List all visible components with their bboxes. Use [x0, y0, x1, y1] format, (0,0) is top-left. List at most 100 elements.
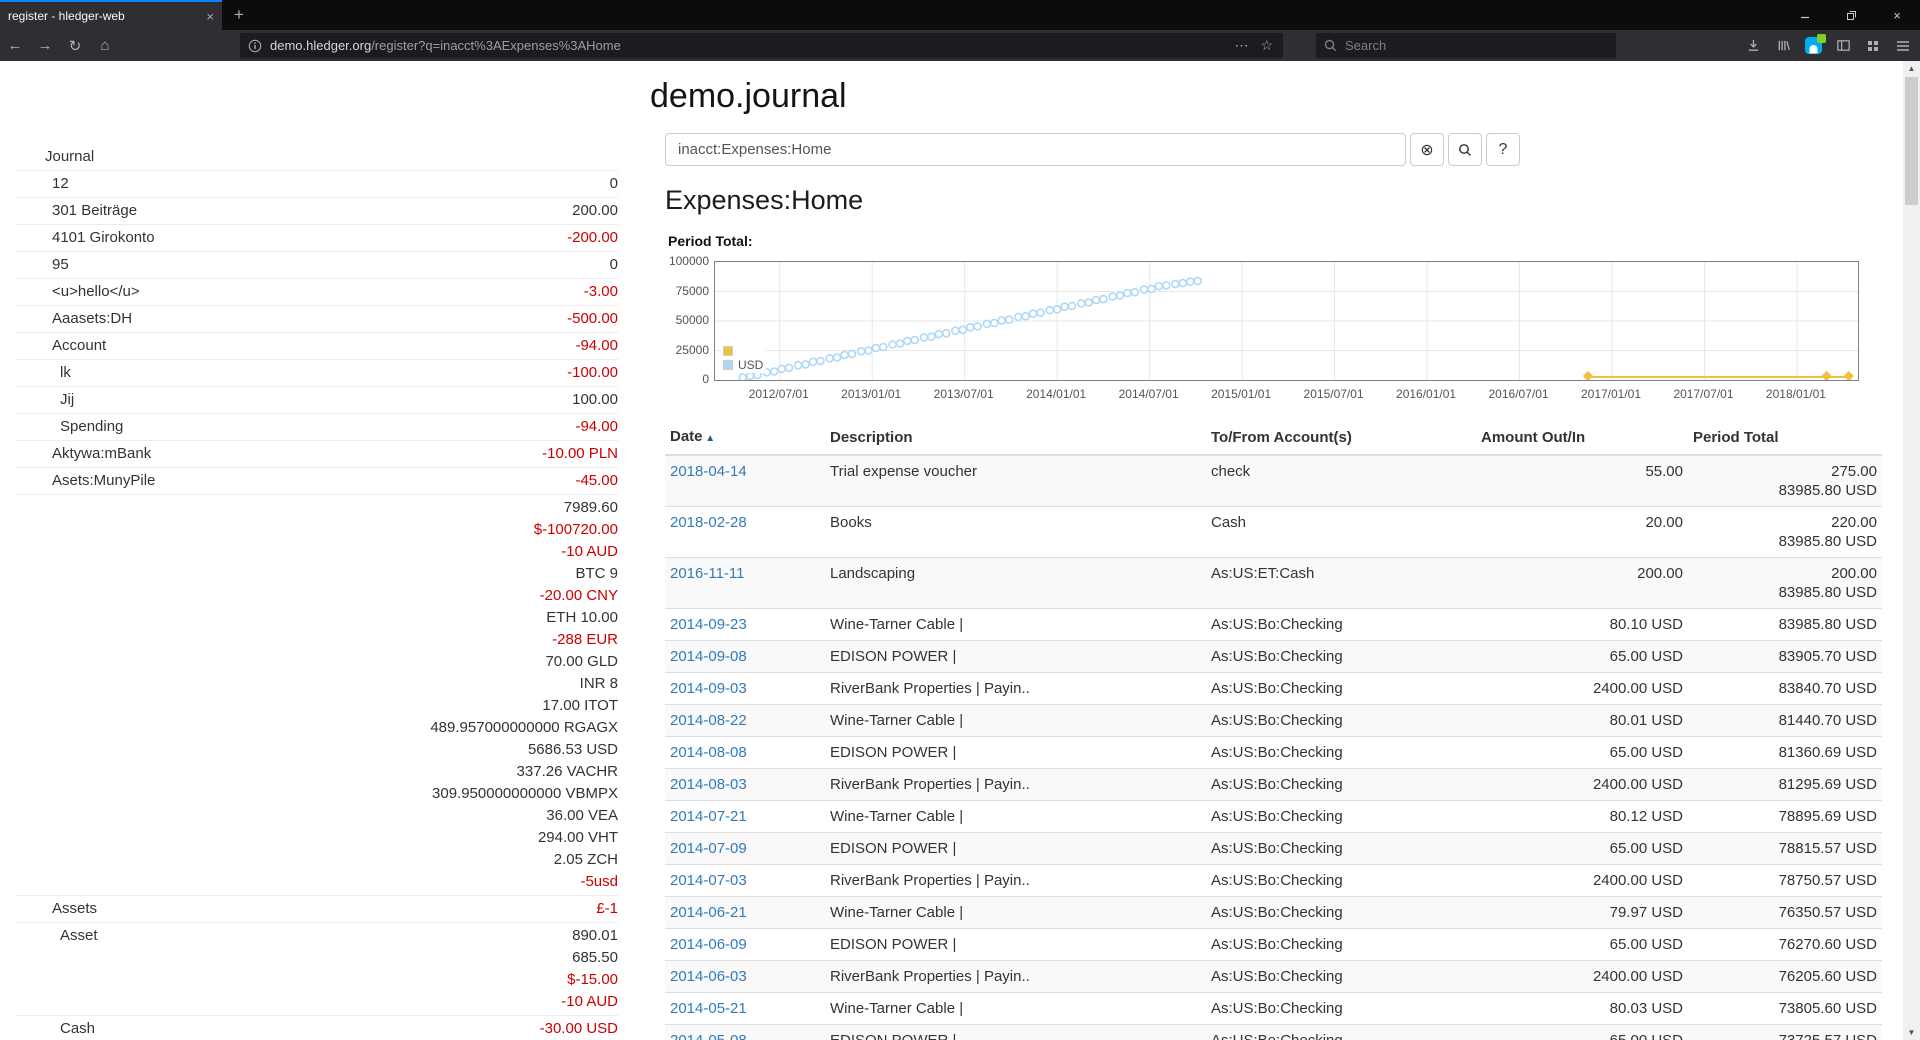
date-link[interactable]: 2014-09-08: [670, 648, 747, 665]
url-bar[interactable]: demo.hledger.org/register?q=inacct%3AExp…: [240, 33, 1283, 58]
account-name[interactable]: 4101 Girokonto: [15, 227, 155, 249]
period-total-line: 83985.80 USD: [1693, 615, 1877, 634]
extension-ghostery-icon[interactable]: [1798, 30, 1828, 61]
sidebar-account-row[interactable]: Spending-94.00: [15, 413, 618, 440]
date-link[interactable]: 2014-08-03: [670, 776, 747, 793]
page-scrollbar[interactable]: ▲ ▼: [1903, 61, 1920, 1040]
sidebar-account-row[interactable]: Assets£-1: [15, 895, 618, 922]
scrollbar-down-icon[interactable]: ▼: [1903, 1025, 1920, 1040]
date-link[interactable]: 2014-08-22: [670, 712, 747, 729]
sidebar-account-row[interactable]: 7989.60$-100720.00-10 AUDBTC 9-20.00 CNY…: [15, 494, 618, 895]
column-header-date[interactable]: Date ▲: [665, 421, 825, 455]
sidebar-account-row[interactable]: 120: [15, 170, 618, 197]
chart-plot[interactable]: [714, 261, 1859, 381]
balance-amount: 489.957000000000 RGAGX: [430, 717, 618, 739]
description-cell: Wine-Tarner Cable |: [825, 801, 1206, 833]
date-link[interactable]: 2014-08-08: [670, 744, 747, 761]
account-name[interactable]: lk: [15, 362, 71, 384]
date-link[interactable]: 2014-07-21: [670, 808, 747, 825]
column-header-description[interactable]: Description: [825, 421, 1206, 455]
column-header-period-total[interactable]: Period Total: [1688, 421, 1882, 455]
bookmark-star-icon[interactable]: ☆: [1260, 37, 1273, 54]
account-name[interactable]: Cash: [15, 1018, 95, 1040]
period-total-cell: 81360.69 USD: [1688, 737, 1882, 769]
account-balance: 7989.60$-100720.00-10 AUDBTC 9-20.00 CNY…: [430, 497, 618, 893]
date-link[interactable]: 2018-04-14: [670, 463, 747, 480]
window-close-button[interactable]: ×: [1874, 0, 1920, 30]
sidebar-account-row[interactable]: 301 Beiträge200.00: [15, 197, 618, 224]
clear-query-button[interactable]: ⊗: [1410, 133, 1444, 166]
date-link[interactable]: 2014-06-03: [670, 968, 747, 985]
sidebar-account-row[interactable]: lk-100.00: [15, 359, 618, 386]
account-name[interactable]: Jij: [15, 389, 74, 411]
period-total-cell: 220.0083985.80 USD: [1688, 507, 1882, 558]
tab-close-icon[interactable]: ×: [198, 9, 214, 24]
site-info-icon[interactable]: [248, 39, 262, 53]
sidebar-account-row[interactable]: Aktywa:mBank-10.00 PLN: [15, 440, 618, 467]
window-restore-button[interactable]: [1828, 0, 1874, 30]
date-link[interactable]: 2014-09-03: [670, 680, 747, 697]
date-link[interactable]: 2014-05-21: [670, 1000, 747, 1017]
library-icon[interactable]: [1768, 30, 1798, 61]
account-name[interactable]: Spending: [15, 416, 123, 438]
browser-tab[interactable]: register - hledger-web ×: [0, 0, 222, 30]
help-button[interactable]: ?: [1486, 133, 1520, 166]
date-link[interactable]: 2014-06-09: [670, 936, 747, 953]
account-name[interactable]: Account: [15, 335, 106, 357]
browser-search-bar[interactable]: Search: [1316, 33, 1616, 58]
sidebar-account-row[interactable]: <u>hello</u>-3.00: [15, 278, 618, 305]
reload-button[interactable]: ↻: [60, 30, 90, 61]
sidebar-account-row[interactable]: Cash-30.00 USD: [15, 1015, 618, 1040]
date-link[interactable]: 2014-06-21: [670, 904, 747, 921]
query-input[interactable]: [665, 133, 1406, 166]
scrollbar-up-icon[interactable]: ▲: [1903, 61, 1920, 76]
description-cell: EDISON POWER |: [825, 929, 1206, 961]
account-name[interactable]: Asset: [15, 925, 98, 947]
date-link[interactable]: 2014-05-08: [670, 1032, 747, 1040]
back-button[interactable]: ←: [0, 30, 30, 61]
account-name[interactable]: Aaasets:DH: [15, 308, 132, 330]
account-name[interactable]: <u>hello</u>: [15, 281, 140, 303]
downloads-icon[interactable]: [1738, 30, 1768, 61]
apps-grid-icon[interactable]: [1858, 30, 1888, 61]
date-cell: 2014-07-03: [665, 865, 825, 897]
sidebar-account-row[interactable]: 950: [15, 251, 618, 278]
date-link[interactable]: 2014-09-23: [670, 616, 747, 633]
sidebar-account-row[interactable]: Asset890.01685.50$-15.00-10 AUD: [15, 922, 618, 1015]
sidebars-icon[interactable]: [1828, 30, 1858, 61]
sidebar-journal-link[interactable]: Journal: [15, 144, 618, 170]
sidebar-account-row[interactable]: Jij100.00: [15, 386, 618, 413]
forward-button[interactable]: →: [30, 30, 60, 61]
account-name[interactable]: Aktywa:mBank: [15, 443, 151, 465]
date-link[interactable]: 2018-02-28: [670, 514, 747, 531]
new-tab-button[interactable]: +: [222, 0, 256, 30]
column-header-amount-out-in[interactable]: Amount Out/In: [1476, 421, 1688, 455]
account-name[interactable]: 12: [15, 173, 69, 195]
search-button[interactable]: [1448, 133, 1482, 166]
period-total-line: 83840.70 USD: [1693, 679, 1877, 698]
account-name[interactable]: Assets: [15, 898, 97, 920]
account-name[interactable]: Asets:MunyPile: [15, 470, 155, 492]
balance-amount: 309.950000000000 VBMPX: [430, 783, 618, 805]
menu-hamburger-icon[interactable]: [1888, 30, 1918, 61]
date-link[interactable]: 2014-07-09: [670, 840, 747, 857]
window-minimize-button[interactable]: [1782, 0, 1828, 30]
account-cell: As:US:Bo:Checking: [1206, 769, 1476, 801]
sidebar-account-row[interactable]: Account-94.00: [15, 332, 618, 359]
sidebar-account-row[interactable]: 4101 Girokonto-200.00: [15, 224, 618, 251]
browser-toolbar: [1738, 30, 1918, 61]
sidebar-account-row[interactable]: Asets:MunyPile-45.00: [15, 467, 618, 494]
tab-title: register - hledger-web: [8, 9, 198, 23]
account-name[interactable]: 301 Beiträge: [15, 200, 137, 222]
column-header-to-from-account-s-[interactable]: To/From Account(s): [1206, 421, 1476, 455]
account-name[interactable]: 95: [15, 254, 69, 276]
sidebar-account-row[interactable]: Aaasets:DH-500.00: [15, 305, 618, 332]
home-button[interactable]: ⌂: [90, 30, 120, 61]
period-total-cell: 83985.80 USD: [1688, 609, 1882, 641]
date-link[interactable]: 2014-07-03: [670, 872, 747, 889]
period-total-line: 78815.57 USD: [1693, 839, 1877, 858]
scrollbar-thumb[interactable]: [1905, 77, 1918, 205]
date-cell: 2014-08-22: [665, 705, 825, 737]
date-link[interactable]: 2016-11-11: [670, 565, 745, 582]
page-actions-icon[interactable]: ⋯: [1234, 37, 1248, 54]
